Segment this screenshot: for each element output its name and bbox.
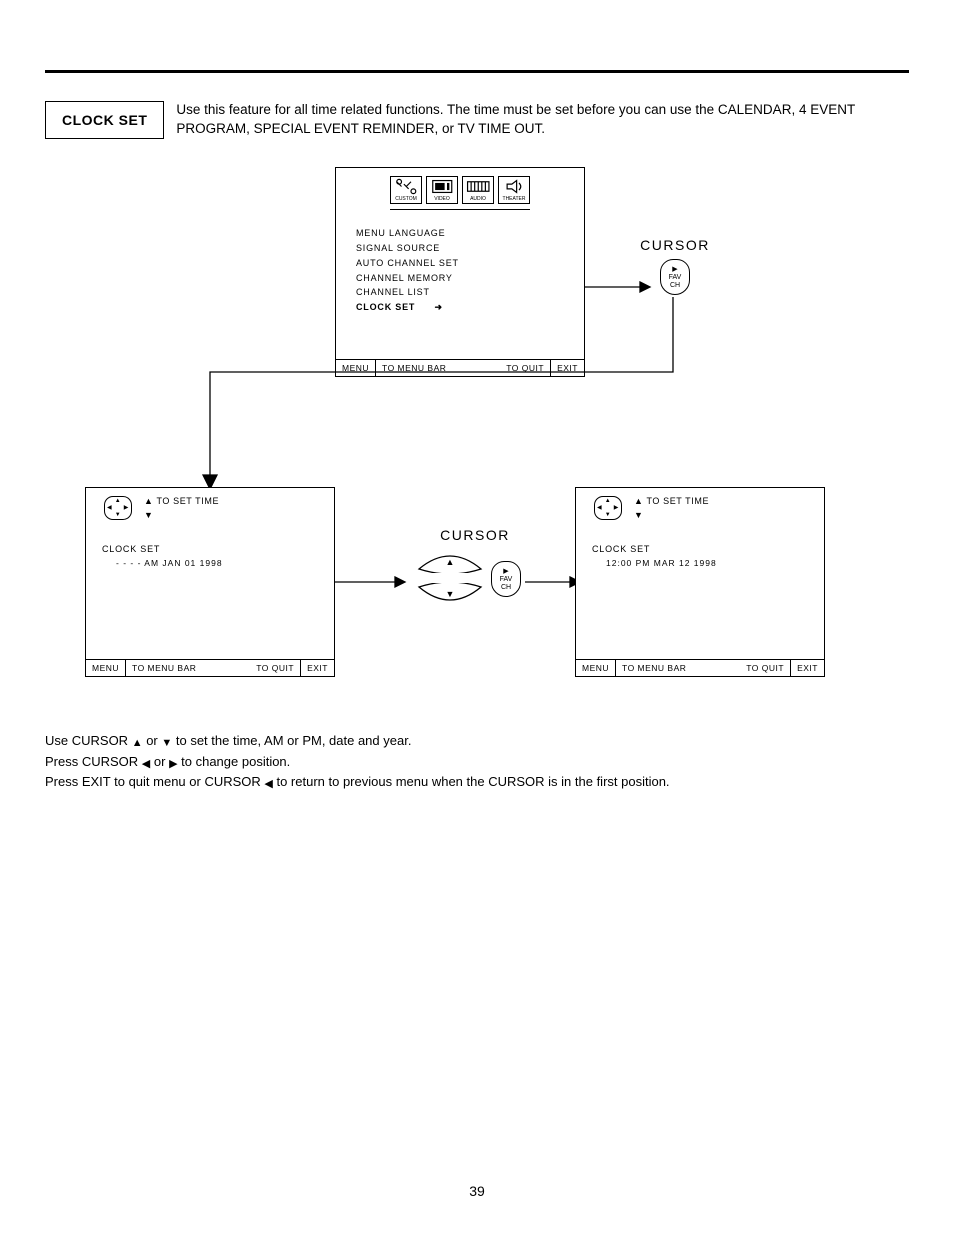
clock-set-screen-initial: ▲▼◀▶ ▲ TO SET TIME ▼ CLOCK SET - - - - A… bbox=[85, 487, 335, 677]
footer-exit: EXIT bbox=[790, 660, 824, 676]
fav-ch-button: ▶ FAV CH bbox=[491, 561, 521, 597]
set-body: CLOCK SET - - - - AM JAN 01 1998 bbox=[86, 526, 334, 568]
flow-arrow bbox=[585, 277, 655, 297]
section-title-box: CLOCK SET bbox=[45, 101, 164, 139]
triangle-up-icon: ▲ bbox=[132, 737, 143, 749]
tab-theater: THEATER bbox=[498, 176, 530, 204]
clock-set-heading: CLOCK SET bbox=[592, 544, 824, 554]
set-time-label: ▲ TO SET TIME ▼ bbox=[634, 496, 709, 520]
triangle-down-icon: ▼ bbox=[161, 737, 172, 749]
triangle-left-icon: ◀ bbox=[142, 758, 150, 770]
section-title: CLOCK SET bbox=[62, 112, 147, 128]
svg-text:▲: ▲ bbox=[446, 557, 455, 567]
footer-menu: MENU bbox=[86, 660, 126, 676]
cursor-block-mid: CURSOR ▲ ▼ ▶ FAV CH bbox=[395, 527, 555, 613]
header-row: CLOCK SET Use this feature for all time … bbox=[45, 101, 909, 139]
tab-video: VIDEO bbox=[426, 176, 458, 204]
instructions: Use CURSOR ▲ or ▼ to set the time, AM or… bbox=[45, 731, 909, 793]
wrench-icon bbox=[392, 177, 421, 196]
footer-to-quit: TO QUIT bbox=[740, 660, 790, 676]
triangle-down-icon: ▼ bbox=[634, 510, 644, 520]
triangle-left-icon: ◀ bbox=[264, 778, 272, 790]
footer-exit: EXIT bbox=[300, 660, 334, 676]
fav-ch-button: ▶ FAV CH bbox=[660, 259, 690, 295]
clock-value: 12:00 PM MAR 12 1998 bbox=[592, 554, 824, 568]
keyboard-icon bbox=[464, 177, 493, 196]
triangle-up-icon: ▲ bbox=[634, 496, 646, 506]
instruction-line: Press CURSOR ◀ or ▶ to change position. bbox=[45, 752, 909, 773]
speaker-icon bbox=[500, 177, 529, 196]
tab-underline bbox=[390, 209, 530, 210]
set-header: ▲▼◀▶ ▲ TO SET TIME ▼ bbox=[86, 488, 334, 526]
instruction-line: Press EXIT to quit menu or CURSOR ◀ to r… bbox=[45, 772, 909, 793]
triangle-right-icon: ▶ bbox=[672, 266, 677, 273]
clock-set-screen-result: ▲▼◀▶ ▲ TO SET TIME ▼ CLOCK SET 12:00 PM … bbox=[575, 487, 825, 677]
set-time-label: ▲ TO SET TIME ▼ bbox=[144, 496, 219, 520]
screen-footer: MENU TO MENU BAR TO QUIT EXIT bbox=[86, 659, 334, 676]
cursor-label: CURSOR bbox=[395, 527, 555, 543]
cursor-label: CURSOR bbox=[605, 237, 745, 253]
tab-audio: AUDIO bbox=[462, 176, 494, 204]
flow-arrow bbox=[165, 297, 685, 497]
flow-arrow bbox=[335, 572, 410, 592]
footer-to-menu-bar: TO MENU BAR bbox=[126, 660, 202, 676]
dpad-icon: ▲▼◀▶ bbox=[104, 496, 132, 520]
page-top-rule bbox=[45, 70, 909, 73]
tab-row: CUSTOM VIDEO AUDIO THEATER bbox=[336, 168, 584, 209]
clock-set-heading: CLOCK SET bbox=[102, 544, 334, 554]
footer-to-quit: TO QUIT bbox=[250, 660, 300, 676]
diagram: CUSTOM VIDEO AUDIO THEATER MENU LANGUAGE… bbox=[45, 167, 909, 727]
tab-custom: CUSTOM bbox=[390, 176, 422, 204]
clock-value: - - - - AM JAN 01 1998 bbox=[102, 554, 334, 568]
intro-text: Use this feature for all time related fu… bbox=[176, 101, 909, 139]
set-header: ▲▼◀▶ ▲ TO SET TIME ▼ bbox=[576, 488, 824, 526]
menu-item: AUTO CHANNEL SET bbox=[356, 256, 584, 271]
set-body: CLOCK SET 12:00 PM MAR 12 1998 bbox=[576, 526, 824, 568]
triangle-right-icon: ▶ bbox=[503, 568, 508, 575]
cursor-down-pad: ▼ bbox=[411, 583, 489, 607]
screen-footer: MENU TO MENU BAR TO QUIT EXIT bbox=[576, 659, 824, 676]
triangle-down-icon: ▼ bbox=[144, 510, 154, 520]
page-number: 39 bbox=[469, 1183, 485, 1199]
footer-to-menu-bar: TO MENU BAR bbox=[616, 660, 692, 676]
menu-item: CHANNEL MEMORY bbox=[356, 271, 584, 286]
triangle-right-icon: ▶ bbox=[169, 758, 177, 770]
footer-menu: MENU bbox=[576, 660, 616, 676]
tv-icon bbox=[428, 177, 457, 196]
menu-item: SIGNAL SOURCE bbox=[356, 241, 584, 256]
dpad-icon: ▲▼◀▶ bbox=[594, 496, 622, 520]
cursor-up-pad: ▲ bbox=[411, 549, 489, 573]
menu-item: MENU LANGUAGE bbox=[356, 226, 584, 241]
svg-text:▼: ▼ bbox=[446, 589, 455, 599]
instruction-line: Use CURSOR ▲ or ▼ to set the time, AM or… bbox=[45, 731, 909, 752]
triangle-up-icon: ▲ bbox=[144, 496, 156, 506]
